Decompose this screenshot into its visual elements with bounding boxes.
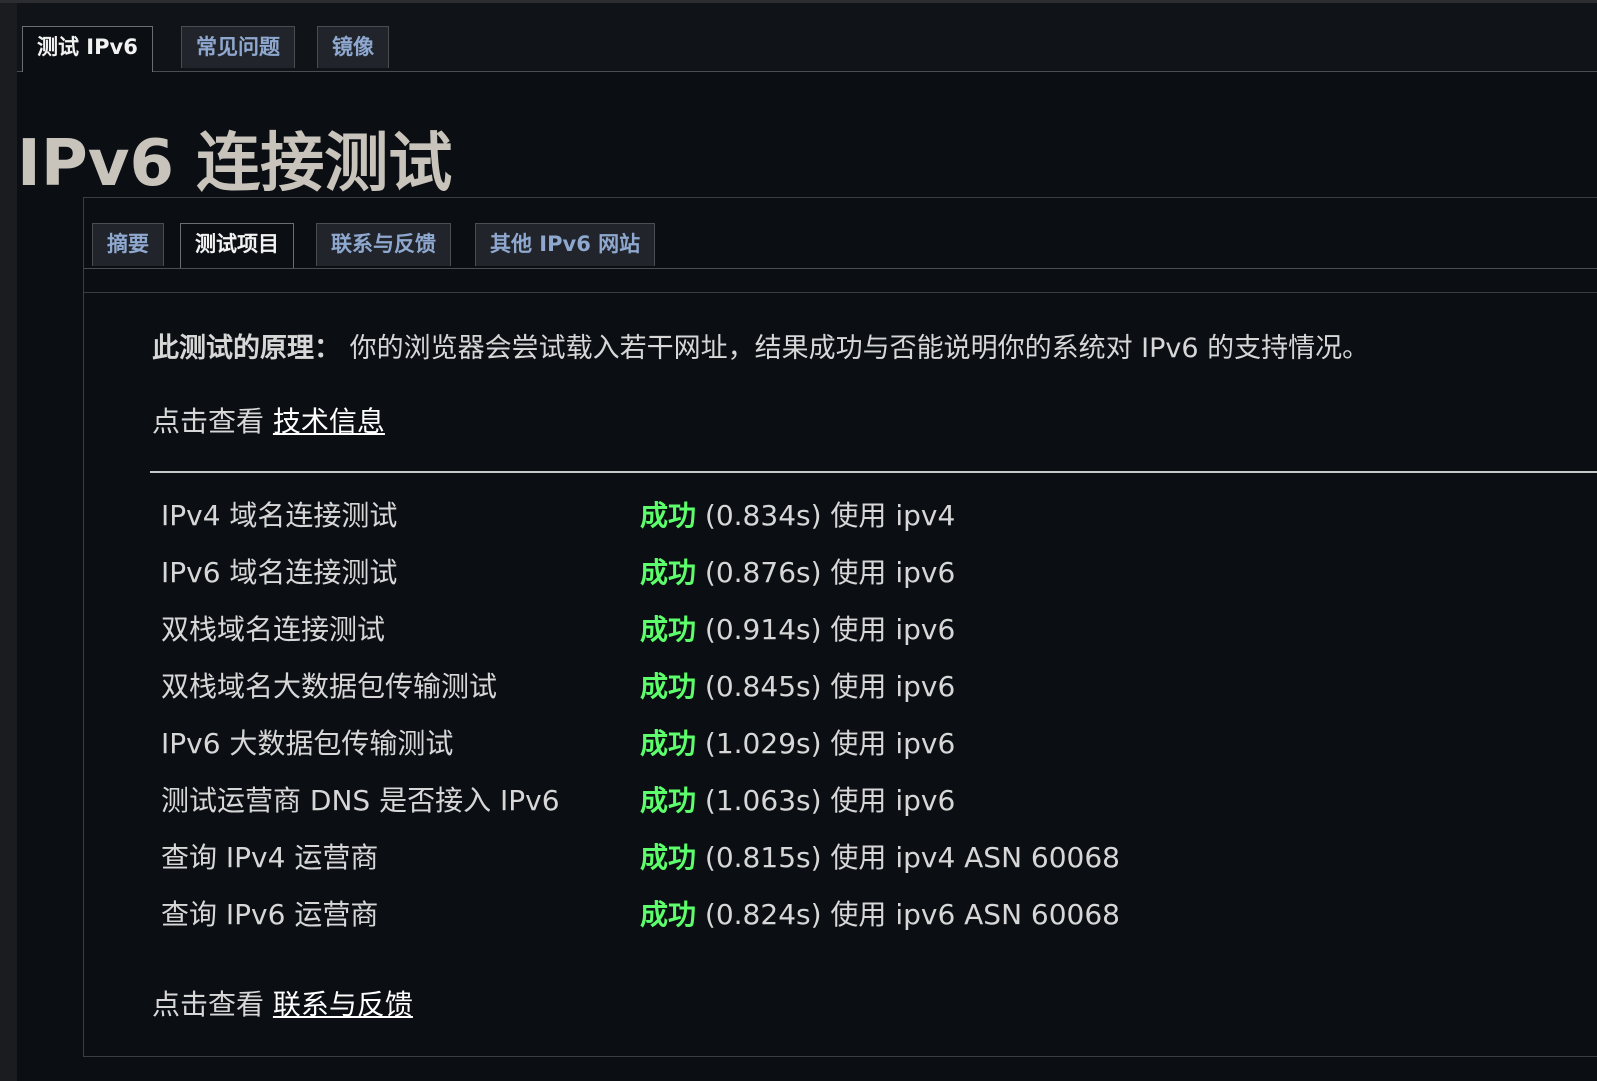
test-detail: (0.914s) 使用 ipv6 <box>704 613 956 646</box>
status-success: 成功 <box>640 898 697 931</box>
test-name: IPv6 大数据包传输测试 <box>161 727 454 760</box>
left-gutter <box>0 3 17 1081</box>
test-result: 成功 (0.914s) 使用 ipv6 <box>640 608 955 648</box>
status-success: 成功 <box>640 613 697 646</box>
tab-test-ipv6[interactable]: 测试 IPv6 <box>22 26 153 72</box>
test-detail: (0.824s) 使用 ipv6 ASN 60068 <box>704 898 1121 931</box>
test-result: 成功 (0.876s) 使用 ipv6 <box>640 551 955 591</box>
feedback-prefix: 点击查看 <box>152 988 265 1021</box>
page-title: IPv6 连接测试 <box>17 127 453 201</box>
tab-summary[interactable]: 摘要 <box>92 223 164 266</box>
test-result: 成功 (0.834s) 使用 ipv4 <box>640 494 955 534</box>
test-detail: (0.876s) 使用 ipv6 <box>704 556 956 589</box>
test-detail: (1.063s) 使用 ipv6 <box>704 784 956 817</box>
tab-content-divider <box>84 292 1597 293</box>
top-tab-bar: 测试 IPv6 常见问题 镜像 <box>17 3 1597 72</box>
divider <box>150 471 1597 473</box>
test-detail: (1.029s) 使用 ipv6 <box>704 727 956 760</box>
test-result: 成功 (1.063s) 使用 ipv6 <box>640 779 955 819</box>
test-name: 测试运营商 DNS 是否接入 IPv6 <box>161 784 560 817</box>
status-success: 成功 <box>640 727 697 760</box>
tech-info-link[interactable]: 技术信息 <box>273 405 385 438</box>
principle-text: 你的浏览器会尝试载入若干网址，结果成功与否能说明你的系统对 IPv6 的支持情况… <box>349 333 1370 364</box>
sub-tab-bar: 摘要 测试项目 联系与反馈 其他 IPv6 网站 <box>84 198 1597 269</box>
test-name: IPv6 域名连接测试 <box>161 556 398 589</box>
test-name: 双栈域名连接测试 <box>161 613 386 646</box>
tab-contact-feedback[interactable]: 联系与反馈 <box>316 223 451 266</box>
feedback-link[interactable]: 联系与反馈 <box>273 988 413 1021</box>
test-detail: (0.815s) 使用 ipv4 ASN 60068 <box>704 841 1121 874</box>
test-panel: 摘要 测试项目 联系与反馈 其他 IPv6 网站 此测试的原理： 你的浏览器会尝… <box>83 197 1597 1057</box>
status-success: 成功 <box>640 784 697 817</box>
test-detail: (0.834s) 使用 ipv4 <box>704 499 956 532</box>
feedback-line: 点击查看 联系与反馈 <box>152 983 413 1023</box>
test-result: 成功 (0.815s) 使用 ipv4 ASN 60068 <box>640 836 1120 876</box>
test-name: 双栈域名大数据包传输测试 <box>161 670 498 703</box>
test-name: 查询 IPv4 运营商 <box>161 841 379 874</box>
status-success: 成功 <box>640 499 697 532</box>
test-name: IPv4 域名连接测试 <box>161 499 398 532</box>
test-result: 成功 (0.824s) 使用 ipv6 ASN 60068 <box>640 893 1120 933</box>
tab-test-items[interactable]: 测试项目 <box>180 223 294 268</box>
test-result: 成功 (0.845s) 使用 ipv6 <box>640 665 955 705</box>
test-detail: (0.845s) 使用 ipv6 <box>704 670 956 703</box>
test-name: 查询 IPv6 运营商 <box>161 898 379 931</box>
principle-label: 此测试的原理： <box>152 333 341 364</box>
tech-info-line: 点击查看 技术信息 <box>152 400 385 440</box>
tab-other-ipv6-sites[interactable]: 其他 IPv6 网站 <box>475 223 656 266</box>
status-success: 成功 <box>640 841 697 874</box>
status-success: 成功 <box>640 556 697 589</box>
test-principle: 此测试的原理： 你的浏览器会尝试载入若干网址，结果成功与否能说明你的系统对 IP… <box>152 326 1369 365</box>
tab-mirror[interactable]: 镜像 <box>317 26 389 68</box>
status-success: 成功 <box>640 670 697 703</box>
tab-faq[interactable]: 常见问题 <box>181 26 295 68</box>
tech-info-prefix: 点击查看 <box>152 405 265 438</box>
test-result: 成功 (1.029s) 使用 ipv6 <box>640 722 955 762</box>
